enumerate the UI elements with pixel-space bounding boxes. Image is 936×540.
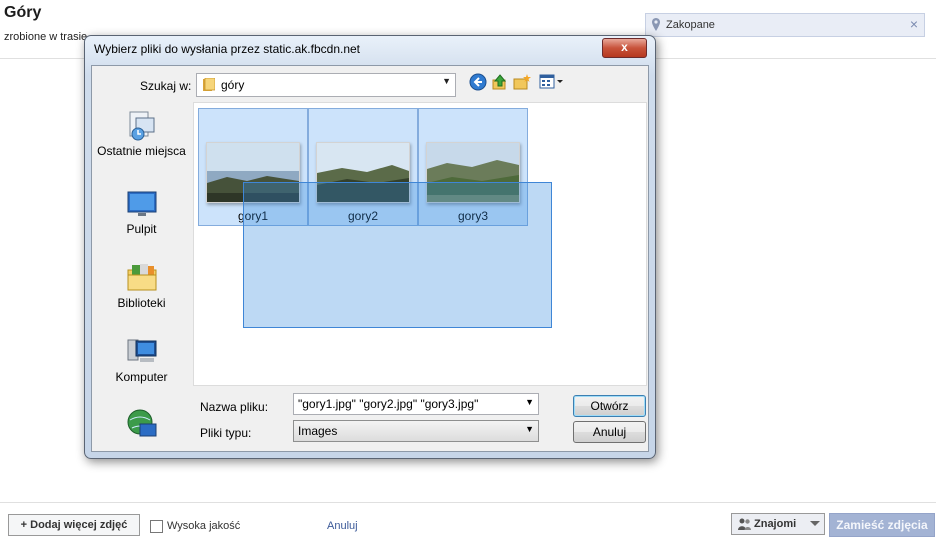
place-libraries[interactable]: Biblioteki	[92, 262, 191, 310]
audience-label: Znajomi	[754, 518, 797, 530]
cancel-link[interactable]: Anuluj	[327, 520, 358, 532]
place-label: Biblioteki	[117, 296, 166, 310]
view-menu-icon[interactable]	[539, 73, 565, 91]
add-more-photos-button[interactable]: + Dodaj więcej zdjęć	[8, 514, 140, 536]
high-quality-label: Wysoka jakość	[167, 520, 241, 532]
libraries-icon	[127, 264, 156, 291]
network-icon	[127, 409, 156, 437]
file-type-label: Pliki typu:	[200, 426, 252, 440]
look-in-dropdown[interactable]: góry ▼	[196, 73, 456, 97]
place-computer[interactable]: Komputer	[92, 336, 191, 384]
location-field[interactable]: Zakopane ×	[645, 13, 925, 37]
up-folder-icon[interactable]	[491, 73, 509, 91]
file-type-dropdown[interactable]: Images ▼	[293, 420, 539, 442]
high-quality-checkbox[interactable]	[150, 520, 163, 533]
audience-selector-button[interactable]: Znajomi	[731, 513, 825, 535]
upload-page: { "album": { "title": "Góry", "subtitle"…	[0, 0, 936, 540]
selection-marquee	[243, 182, 552, 328]
file-open-dialog: Wybierz pliki do wysłania przez static.a…	[84, 35, 656, 459]
chevron-down-icon[interactable]: ▼	[525, 397, 534, 407]
place-label: Komputer	[115, 370, 168, 384]
dialog-body: Szukaj w: góry ▼ Ostatnie miejsca Pulpit…	[91, 65, 649, 452]
file-name-value: "gory1.jpg" "gory2.jpg" "gory3.jpg"	[298, 397, 479, 411]
dialog-cancel-button[interactable]: Anuluj	[573, 421, 646, 443]
place-label: Ostatnie miejsca	[97, 144, 186, 158]
computer-icon	[127, 339, 156, 362]
recent-places-icon	[129, 111, 154, 141]
bottom-divider	[0, 502, 936, 503]
look-in-value: góry	[221, 78, 245, 92]
place-network[interactable]	[92, 408, 191, 442]
album-subtitle: zrobione w trasie	[4, 31, 88, 43]
chevron-down-icon	[810, 521, 820, 526]
file-name-input[interactable]: "gory1.jpg" "gory2.jpg" "gory3.jpg" ▼	[293, 393, 539, 415]
friends-icon	[738, 518, 751, 530]
chevron-down-icon: ▼	[525, 424, 534, 434]
file-name-label: Nazwa pliku:	[200, 400, 269, 414]
dialog-title: Wybierz pliki do wysłania przez static.a…	[94, 42, 361, 56]
new-folder-icon[interactable]	[513, 73, 531, 91]
places-bar: Ostatnie miejsca Pulpit Biblioteki Kompu…	[92, 102, 191, 448]
open-button[interactable]: Otwórz	[573, 395, 646, 417]
file-type-value: Images	[298, 424, 338, 438]
dialog-close-button[interactable]: x	[602, 38, 647, 58]
chevron-down-icon: ▼	[442, 76, 451, 86]
clear-location-icon[interactable]: ×	[910, 16, 918, 32]
album-title: Góry	[4, 4, 42, 21]
place-desktop[interactable]: Pulpit	[92, 188, 191, 236]
look-in-label: Szukaj w:	[140, 79, 192, 93]
place-recent[interactable]: Ostatnie miejsca	[92, 110, 191, 158]
file-list[interactable]: gory1 gory2 gory3	[193, 102, 647, 386]
back-icon[interactable]	[469, 73, 487, 91]
location-value: Zakopane	[666, 19, 715, 31]
desktop-icon	[127, 191, 156, 216]
folder-icon	[203, 78, 215, 91]
place-label: Pulpit	[126, 222, 157, 236]
post-photos-button[interactable]: Zamieść zdjęcia	[829, 513, 935, 537]
location-pin-icon	[652, 18, 660, 31]
